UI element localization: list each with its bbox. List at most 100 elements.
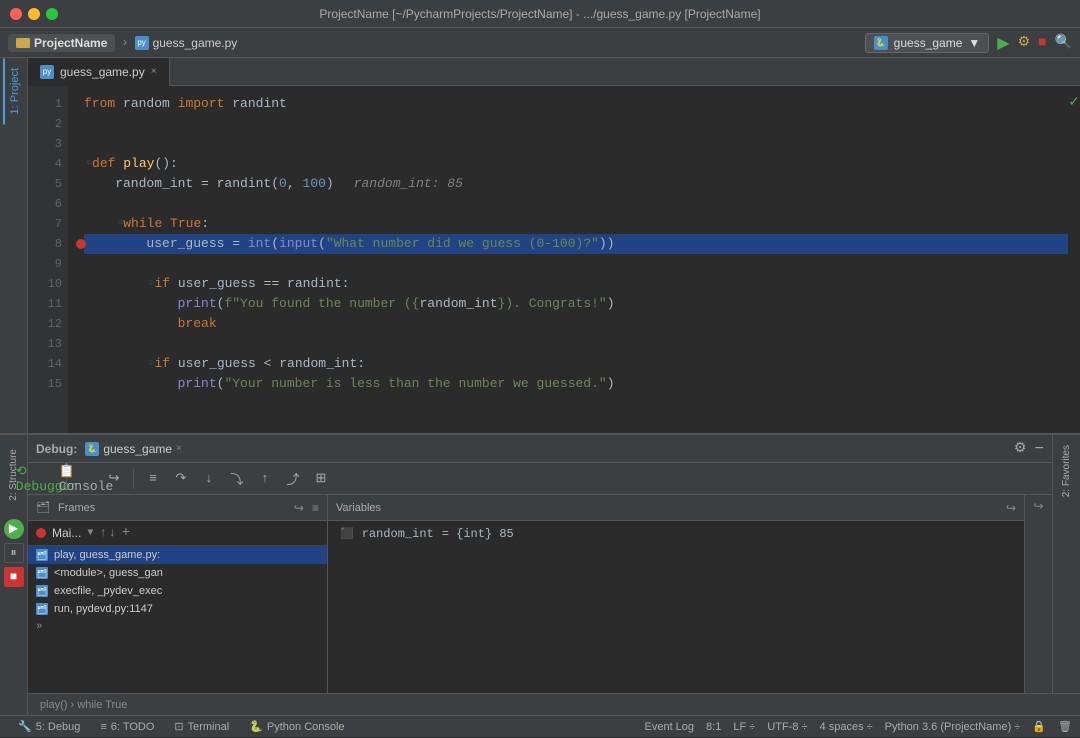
debug-tab-guess-game[interactable]: 🐍 guess_game × <box>85 442 182 456</box>
sidebar-item-project[interactable]: 1: Project <box>3 58 25 124</box>
terminal-status-tab[interactable]: ⊡ Terminal <box>164 716 239 738</box>
thread-arrows: ↑ ↓ <box>99 526 115 540</box>
event-log-link[interactable]: Event Log <box>645 721 695 733</box>
frame-item[interactable]: 🗂 execfile, _pydev_exec <box>28 582 327 600</box>
tab-label: guess_game.py <box>60 65 145 79</box>
step-out-btn[interactable]: ↑ <box>254 468 276 490</box>
debug-content: 🗂 Frames ↪ ≡ Mai... ▼ ↑ ↓ <box>28 495 1052 693</box>
code-line: ○def play(): <box>84 154 1068 174</box>
folder-icon <box>16 38 30 48</box>
frames-title: Frames <box>58 502 95 514</box>
breadcrumb-toolbar: ProjectName › py guess_game.py 🐍 guess_g… <box>0 28 1080 58</box>
debug-header: Debug: 🐍 guess_game × ⚙ − <box>28 435 1052 463</box>
todo-status-tab[interactable]: ≡ 6: TODO <box>90 716 164 738</box>
python-console-label: Python Console <box>267 721 345 733</box>
cursor-position[interactable]: 8:1 <box>706 721 721 733</box>
python-console-tab[interactable]: 🐍 Python Console <box>239 716 354 738</box>
debug-tab-close[interactable]: × <box>176 443 182 454</box>
status-left: 🔧 5: Debug ≡ 6: TODO ⊡ Terminal 🐍 Python… <box>8 716 355 738</box>
indent[interactable]: 4 spaces ÷ <box>820 721 873 733</box>
debug-panel: 2: Structure ▶ ⏸ ■ Debug: 🐍 guess_game ×… <box>0 433 1080 693</box>
thread-add-btn[interactable]: + <box>122 525 130 541</box>
restore-layout-btn[interactable]: ≡ <box>142 468 164 490</box>
var-value: = {int} 85 <box>442 527 514 541</box>
code-line: break <box>84 314 1068 334</box>
debug-main: Debug: 🐍 guess_game × ⚙ − ⟲ Debugger 📋 C… <box>28 435 1052 693</box>
thread-down-btn[interactable]: ↓ <box>109 526 116 540</box>
evaluate-btn[interactable]: ⊞ <box>310 468 332 490</box>
line-ending[interactable]: LF ÷ <box>733 721 755 733</box>
frame-icon: 🗂 <box>36 549 48 561</box>
variables-panel-header: Variables ↪ <box>328 495 1024 521</box>
debug-status-tab[interactable]: 🔧 5: Debug <box>8 716 90 738</box>
status-bar: 🔧 5: Debug ≡ 6: TODO ⊡ Terminal 🐍 Python… <box>0 715 1080 737</box>
dropdown-icon: ▼ <box>968 36 980 50</box>
frames-label: 🗂 <box>36 501 50 514</box>
lock-icon: 🔒 <box>1032 720 1046 733</box>
python-version[interactable]: Python 3.6 (ProjectName) ÷ <box>885 721 1021 733</box>
favorites-panel: 2: Favorites <box>1052 435 1080 693</box>
maximize-button[interactable] <box>46 8 58 20</box>
step-over-btn[interactable]: ↷ <box>170 468 192 490</box>
redirect-input-btn[interactable]: ↪ <box>103 468 125 490</box>
project-breadcrumb[interactable]: ProjectName <box>8 34 115 52</box>
step-into-btn[interactable]: ↓ <box>198 468 220 490</box>
run-to-cursor-btn[interactable]: ⤴ <box>282 468 304 490</box>
debug-tab-label: 5: Debug <box>36 721 81 733</box>
stop-debug-button[interactable]: ■ <box>4 567 24 587</box>
close-button[interactable] <box>10 8 22 20</box>
debug-minimize-icon[interactable]: − <box>1034 440 1044 458</box>
step-into-my-code-btn[interactable]: ⤵ <box>226 468 248 490</box>
frames-more-btn[interactable]: » <box>28 619 51 635</box>
debug-label: Debug: <box>36 442 77 456</box>
frame-item[interactable]: 🗂 <module>, guess_gan <box>28 564 327 582</box>
terminal-tab-icon: ⊡ <box>174 720 183 733</box>
file-name: guess_game.py <box>153 36 238 50</box>
debug-tab-icon: 🔧 <box>18 720 32 733</box>
debug-button[interactable]: ⚙ <box>1018 34 1031 51</box>
frames-action-btn[interactable]: ↪ <box>294 501 304 515</box>
stop-button[interactable]: ■ <box>1038 35 1046 51</box>
variables-action-btn[interactable]: ↪ <box>1006 501 1016 515</box>
code-line <box>84 254 1068 274</box>
run-button[interactable]: ▶ <box>997 33 1009 53</box>
file-breadcrumb[interactable]: py guess_game.py <box>135 36 238 50</box>
thread-dropdown-icon[interactable]: ▼ <box>87 528 93 539</box>
frame-icon: 🗂 <box>36 603 48 615</box>
resume-button[interactable]: ▶ <box>4 519 24 539</box>
editor-tab-guess-game[interactable]: py guess_game.py × <box>28 58 170 86</box>
encoding[interactable]: UTF-8 ÷ <box>767 721 807 733</box>
tab-close-button[interactable]: × <box>151 66 157 77</box>
frames-expand-btn[interactable]: ≡ <box>312 501 319 515</box>
code-line: from random import randint <box>84 94 1068 114</box>
toolbar-right: 🐍 guess_game ▼ ▶ ⚙ ■ 🔍 <box>865 33 1072 53</box>
frame-item[interactable]: 🗂 play, guess_game.py: <box>28 546 327 564</box>
sidebar-item-structure[interactable]: 2: Structure <box>4 439 23 511</box>
code-line: print(f"You found the number ({random_in… <box>84 294 1068 314</box>
pause-button[interactable]: ⏸ <box>4 543 24 563</box>
thread-up-btn[interactable]: ↑ <box>99 526 106 540</box>
code-line: ○if user_guess < random_int: <box>84 354 1068 374</box>
code-line <box>84 114 1068 134</box>
panel-action-btn[interactable]: ↪ <box>1033 499 1043 514</box>
todo-tab-icon: ≡ <box>100 721 106 733</box>
variables-title: Variables <box>336 502 381 514</box>
frame-label: execfile, _pydev_exec <box>54 585 162 597</box>
sidebar-item-favorites[interactable]: 2: Favorites <box>1057 435 1076 507</box>
frame-icon: 🗂 <box>36 585 48 597</box>
search-button[interactable]: 🔍 <box>1055 34 1072 51</box>
run-configuration[interactable]: 🐍 guess_game ▼ <box>865 33 990 53</box>
toolbar-separator <box>133 469 134 489</box>
path-breadcrumb: play() › while True <box>28 693 1080 715</box>
window-controls[interactable] <box>10 8 58 20</box>
project-name: ProjectName <box>34 36 107 50</box>
debug-toolbar: ⟲ Debugger 📋 Console ↪ ≡ ↷ ↓ ⤵ ↑ ⤴ ⊞ <box>28 463 1052 495</box>
minimize-button[interactable] <box>28 8 40 20</box>
frame-item[interactable]: 🗂 run, pydevd.py:1147 <box>28 600 327 618</box>
code-line: ○while True: <box>84 214 1068 234</box>
debug-settings-icon[interactable]: ⚙ <box>1014 440 1027 457</box>
debugger-tab[interactable]: ⟲ Debugger <box>36 468 58 490</box>
console-tab[interactable]: 📋 Console <box>75 468 97 490</box>
thread-selector[interactable]: Mai... ▼ ↑ ↓ + <box>28 521 327 546</box>
variables-panel: Variables ↪ ⬛ random_int = {int} 85 <box>328 495 1024 693</box>
